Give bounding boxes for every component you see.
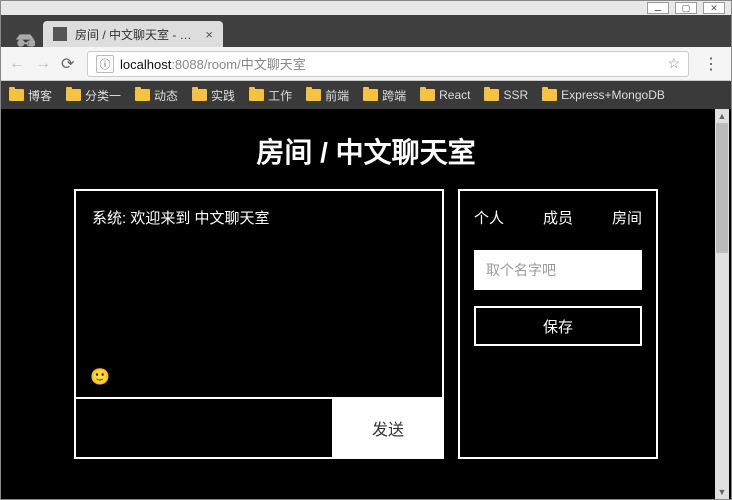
bookmark-label: SSR bbox=[503, 88, 528, 102]
nav-forward-icon: → bbox=[35, 55, 51, 73]
bookmark-label: 前端 bbox=[325, 87, 349, 104]
bookmark-item-6[interactable]: 跨端 bbox=[363, 87, 406, 104]
folder-icon bbox=[363, 89, 378, 101]
bookmark-item-2[interactable]: 动态 bbox=[135, 87, 178, 104]
scroll-thumb[interactable] bbox=[716, 123, 728, 253]
url-text: localhost:8088/room/中文聊天室 bbox=[120, 54, 661, 73]
browser-tab[interactable]: 房间 / 中文聊天室 - Nod × bbox=[43, 21, 223, 47]
scroll-down-icon[interactable]: ▼ bbox=[715, 485, 729, 499]
folder-icon bbox=[542, 89, 557, 101]
page-title: 房间 / 中文聊天室 bbox=[256, 131, 475, 171]
folder-icon bbox=[135, 89, 150, 101]
bookmark-item-3[interactable]: 实践 bbox=[192, 87, 235, 104]
address-bar: ← → ⟳ ⓘ localhost:8088/room/中文聊天室 ☆ ⋮ bbox=[1, 47, 731, 81]
incognito-icon bbox=[7, 34, 43, 47]
nickname-input[interactable] bbox=[474, 250, 642, 290]
bookmark-item-4[interactable]: 工作 bbox=[249, 87, 292, 104]
message-area: 系统: 欢迎来到 中文聊天室 🙂 bbox=[74, 189, 444, 399]
site-info-icon[interactable]: ⓘ bbox=[96, 55, 114, 73]
url-input[interactable]: ⓘ localhost:8088/room/中文聊天室 ☆ bbox=[87, 51, 689, 77]
bookmarks-bar: 博客 分类一 动态 实践 工作 前端 跨端 React SSR Express+MongoDB bbox=[1, 81, 731, 109]
folder-icon bbox=[306, 89, 321, 101]
system-message: 系统: 欢迎来到 中文聊天室 bbox=[92, 207, 426, 228]
emoji-button[interactable]: 🙂 bbox=[90, 367, 110, 387]
bookmark-label: 工作 bbox=[268, 87, 292, 104]
window-maximize-button[interactable]: ▢ bbox=[675, 2, 697, 14]
folder-icon bbox=[9, 89, 24, 101]
tab-close-icon[interactable]: × bbox=[205, 27, 213, 42]
page-content: 房间 / 中文聊天室 系统: 欢迎来到 中文聊天室 🙂 发送 个人 成员 房间 保存… bbox=[1, 109, 731, 499]
vertical-scrollbar[interactable]: ▲ ▼ bbox=[715, 109, 729, 499]
save-button[interactable]: 保存 bbox=[474, 306, 642, 346]
side-tab-0[interactable]: 个人 bbox=[474, 207, 504, 228]
sidebar-panel: 个人 成员 房间 保存 bbox=[458, 189, 658, 459]
bookmark-label: Express+MongoDB bbox=[561, 88, 665, 102]
bookmark-label: 动态 bbox=[154, 87, 178, 104]
bookmark-label: 博客 bbox=[28, 87, 52, 104]
nav-reload-icon[interactable]: ⟳ bbox=[61, 54, 77, 74]
bookmark-item-1[interactable]: 分类一 bbox=[66, 87, 121, 104]
bookmark-label: 跨端 bbox=[382, 87, 406, 104]
nav-back-icon[interactable]: ← bbox=[9, 55, 25, 73]
bookmark-star-icon[interactable]: ☆ bbox=[661, 55, 686, 72]
folder-icon bbox=[192, 89, 207, 101]
tab-title: 房间 / 中文聊天室 - Nod bbox=[75, 26, 197, 43]
bookmark-label: 分类一 bbox=[85, 87, 121, 104]
window-titlebar: ⚊ ▢ ✕ bbox=[1, 1, 731, 15]
bookmark-item-0[interactable]: 博客 bbox=[9, 87, 52, 104]
folder-icon bbox=[249, 89, 264, 101]
folder-icon bbox=[66, 89, 81, 101]
send-button[interactable]: 发送 bbox=[334, 399, 444, 459]
window-close-button[interactable]: ✕ bbox=[703, 2, 725, 14]
side-tab-1[interactable]: 成员 bbox=[543, 207, 573, 228]
folder-icon bbox=[484, 89, 499, 101]
scroll-up-icon[interactable]: ▲ bbox=[715, 109, 729, 123]
window-minimize-button[interactable]: ⚊ bbox=[647, 2, 669, 14]
bookmark-item-8[interactable]: SSR bbox=[484, 88, 528, 102]
browser-tabbar: 房间 / 中文聊天室 - Nod × bbox=[1, 15, 731, 47]
bookmark-item-5[interactable]: 前端 bbox=[306, 87, 349, 104]
tab-favicon-icon bbox=[53, 27, 67, 41]
chat-input[interactable] bbox=[74, 399, 334, 459]
bookmark-label: React bbox=[439, 88, 470, 102]
side-tab-2[interactable]: 房间 bbox=[612, 207, 642, 228]
bookmark-item-7[interactable]: React bbox=[420, 88, 470, 102]
bookmark-label: 实践 bbox=[211, 87, 235, 104]
bookmark-item-9[interactable]: Express+MongoDB bbox=[542, 88, 665, 102]
scroll-track[interactable] bbox=[715, 123, 729, 485]
folder-icon bbox=[420, 89, 435, 101]
browser-menu-icon[interactable]: ⋮ bbox=[699, 54, 723, 74]
